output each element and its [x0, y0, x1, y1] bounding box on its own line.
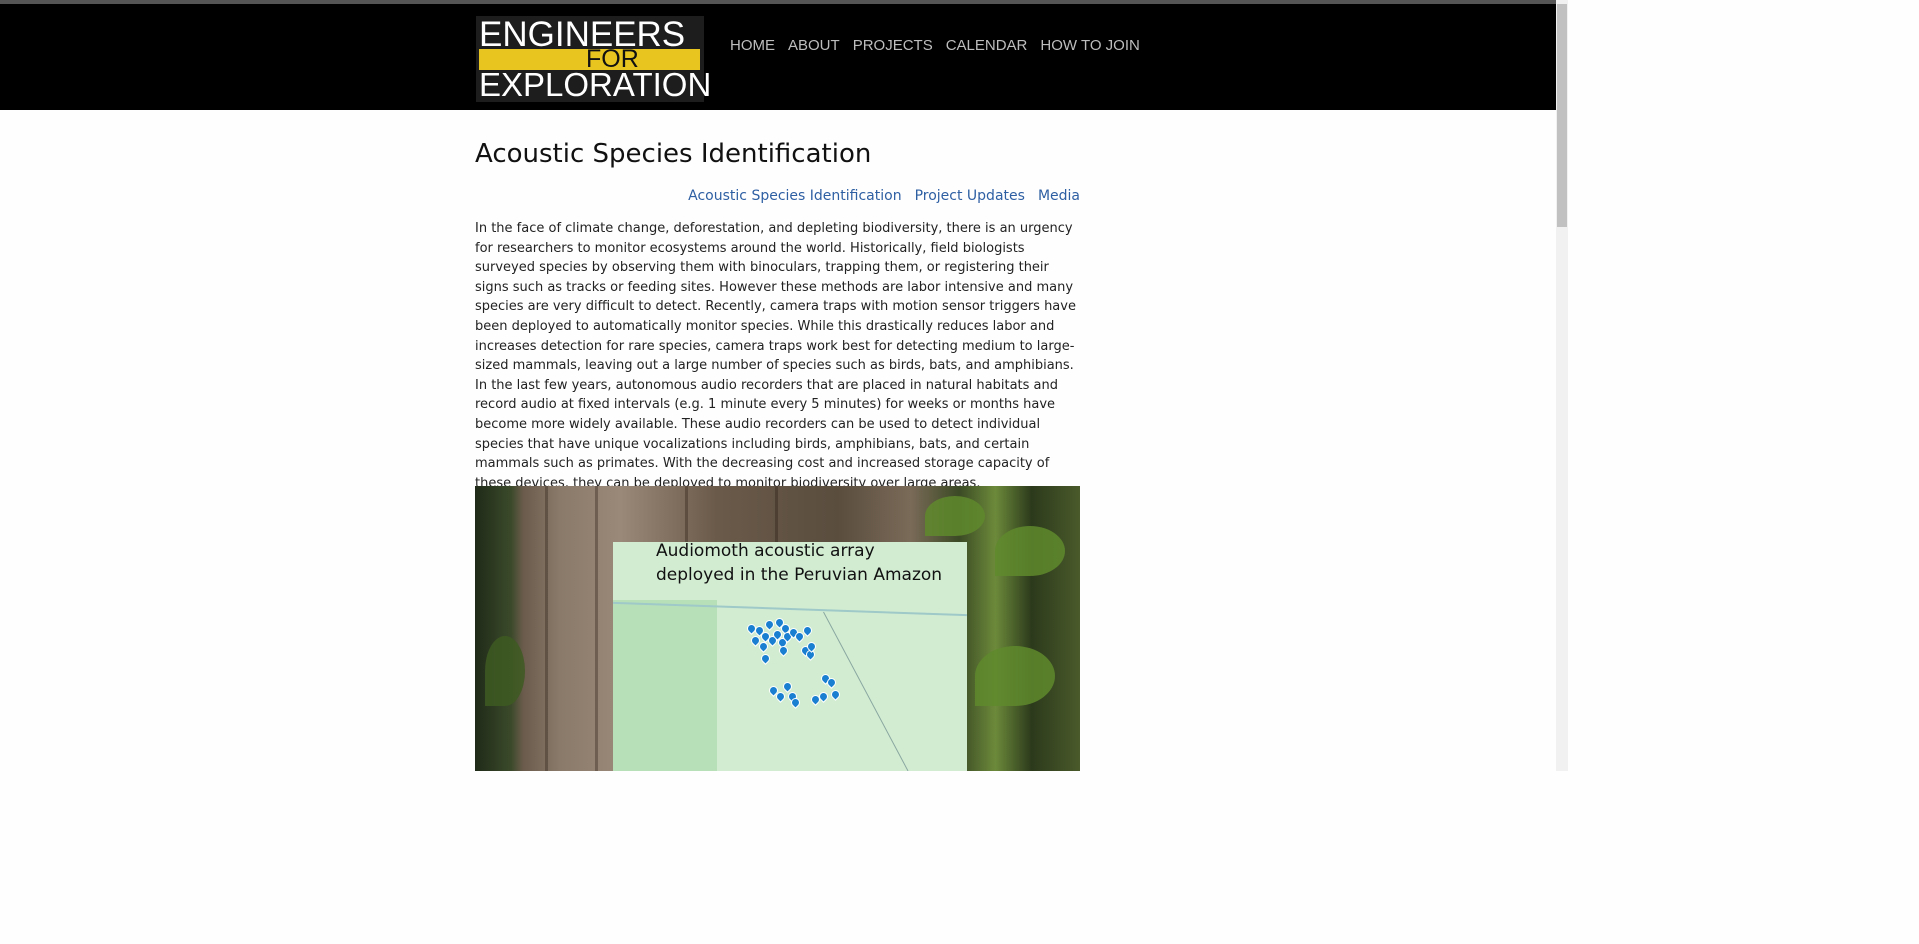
map-pin-icon [829, 688, 842, 701]
map-caption: Audiomoth acoustic array deployed in the… [656, 542, 942, 587]
subnav-media[interactable]: Media [1038, 188, 1080, 204]
audiomoth-array-image: Audiomoth acoustic array deployed in the… [475, 486, 1080, 771]
logo-line-1: ENGINEERS [479, 15, 686, 54]
nav-home[interactable]: HOME [730, 37, 775, 54]
site-logo[interactable]: ENGINEERS FOR EXPLORATION [476, 15, 711, 102]
scrollbar-thumb[interactable] [1557, 4, 1567, 227]
main-nav: HOME ABOUT PROJECTS CALENDAR HOW TO JOIN [730, 37, 1140, 54]
project-subnav: Acoustic Species Identification Project … [688, 188, 1080, 204]
site-header: ENGINEERS FOR EXPLORATION HOME ABOUT PRO… [0, 4, 1556, 110]
nav-about[interactable]: ABOUT [788, 37, 840, 54]
map-caption-line-2: deployed in the Peruvian Amazon [656, 565, 943, 585]
map-pin-icon [759, 652, 772, 665]
subnav-project-updates[interactable]: Project Updates [915, 188, 1025, 204]
nav-calendar[interactable]: CALENDAR [946, 37, 1028, 54]
page-scrollbar[interactable] [1556, 0, 1568, 771]
nav-projects[interactable]: PROJECTS [853, 37, 933, 54]
nav-how-to-join[interactable]: HOW TO JOIN [1040, 37, 1139, 54]
page-title: Acoustic Species Identification [475, 139, 872, 169]
map-caption-line-1: Audiomoth acoustic array [656, 542, 875, 561]
logo-line-3: EXPLORATION [479, 66, 712, 103]
intro-paragraph: In the face of climate change, deforesta… [475, 221, 1076, 491]
peruvian-amazon-map: Audiomoth acoustic array deployed in the… [613, 542, 967, 771]
map-reserve-area [613, 600, 717, 771]
subnav-acoustic-species[interactable]: Acoustic Species Identification [688, 188, 901, 204]
